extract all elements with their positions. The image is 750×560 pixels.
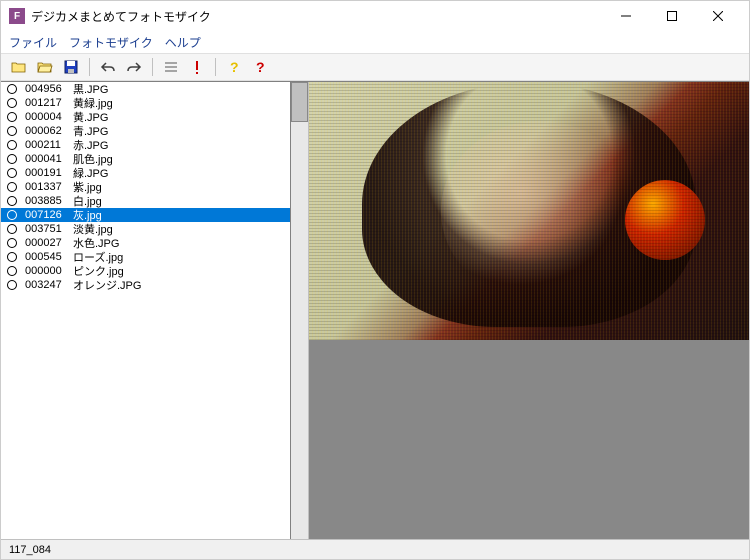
status-circle-icon — [7, 210, 17, 220]
file-number: 004956 — [25, 83, 73, 95]
status-circle-icon — [7, 154, 17, 164]
status-circle-icon — [7, 252, 17, 262]
status-bar: 117_084 — [1, 539, 749, 559]
scrollbar-thumb[interactable] — [291, 82, 308, 122]
status-circle-icon — [7, 84, 17, 94]
file-list-row[interactable]: 007126灰.jpg — [1, 208, 290, 222]
content-area: 004956黒.JPG001217黄緑.jpg000004黄.JPG000062… — [1, 81, 749, 539]
file-number: 000027 — [25, 237, 73, 249]
status-circle-icon — [7, 224, 17, 234]
window-title: デジカメまとめてフォトモザイク — [31, 8, 603, 25]
file-number: 001337 — [25, 181, 73, 193]
save-button[interactable] — [61, 57, 81, 77]
window-controls — [603, 1, 741, 31]
status-circle-icon — [7, 168, 17, 178]
app-window: F デジカメまとめてフォトモザイク ファイル フォトモザイク ヘルプ — [0, 0, 750, 560]
file-number: 003247 — [25, 279, 73, 291]
vertical-scrollbar[interactable] — [291, 82, 309, 539]
menu-help[interactable]: ヘルプ — [165, 34, 201, 51]
menu-bar: ファイル フォトモザイク ヘルプ — [1, 31, 749, 53]
file-name: オレンジ.JPG — [73, 277, 290, 293]
file-list-row[interactable]: 000004黄.JPG — [1, 110, 290, 124]
title-bar: F デジカメまとめてフォトモザイク — [1, 1, 749, 31]
file-list-row[interactable]: 001217黄緑.jpg — [1, 96, 290, 110]
file-number: 007126 — [25, 209, 73, 221]
help-button[interactable]: ? — [224, 57, 244, 77]
file-list-row[interactable]: 000545ローズ.jpg — [1, 250, 290, 264]
close-button[interactable] — [695, 1, 741, 31]
status-circle-icon — [7, 238, 17, 248]
mosaic-preview-image — [309, 82, 749, 340]
file-list-row[interactable]: 001337紫.jpg — [1, 180, 290, 194]
toolbar-separator — [215, 58, 216, 76]
file-number: 003885 — [25, 195, 73, 207]
list-button[interactable] — [161, 57, 181, 77]
maximize-button[interactable] — [649, 1, 695, 31]
file-number: 001217 — [25, 97, 73, 109]
open-file-button[interactable] — [35, 57, 55, 77]
status-circle-icon — [7, 266, 17, 276]
menu-photomosaic[interactable]: フォトモザイク — [69, 34, 153, 51]
status-text: 117_084 — [9, 544, 51, 556]
file-list-row[interactable]: 000041肌色.jpg — [1, 152, 290, 166]
execute-button[interactable] — [187, 57, 207, 77]
file-number: 000000 — [25, 265, 73, 277]
status-circle-icon — [7, 280, 17, 290]
toolbar-separator — [89, 58, 90, 76]
file-number: 000004 — [25, 111, 73, 123]
preview-pane — [291, 82, 749, 539]
menu-file[interactable]: ファイル — [9, 34, 57, 51]
status-circle-icon — [7, 196, 17, 206]
file-list-row[interactable]: 003247オレンジ.JPG — [1, 278, 290, 292]
file-list-row[interactable]: 003751淡黄.jpg — [1, 222, 290, 236]
svg-text:?: ? — [230, 60, 239, 74]
file-list-row[interactable]: 000000ピンク.jpg — [1, 264, 290, 278]
open-folder-button[interactable] — [9, 57, 29, 77]
minimize-button[interactable] — [603, 1, 649, 31]
file-list-row[interactable]: 000062青.JPG — [1, 124, 290, 138]
status-circle-icon — [7, 98, 17, 108]
file-list-row[interactable]: 000027水色.JPG — [1, 236, 290, 250]
undo-button[interactable] — [98, 57, 118, 77]
file-list-row[interactable]: 000191緑.JPG — [1, 166, 290, 180]
status-circle-icon — [7, 126, 17, 136]
svg-text:?: ? — [256, 60, 265, 74]
file-number: 003751 — [25, 223, 73, 235]
toolbar: ? ? — [1, 53, 749, 81]
file-list-pane[interactable]: 004956黒.JPG001217黄緑.jpg000004黄.JPG000062… — [1, 82, 291, 539]
preview-area — [309, 82, 749, 539]
file-list-row[interactable]: 000211赤.JPG — [1, 138, 290, 152]
status-circle-icon — [7, 182, 17, 192]
file-number: 000041 — [25, 153, 73, 165]
file-number: 000191 — [25, 167, 73, 179]
status-circle-icon — [7, 140, 17, 150]
redo-button[interactable] — [124, 57, 144, 77]
file-number: 000545 — [25, 251, 73, 263]
file-list-row[interactable]: 003885白.jpg — [1, 194, 290, 208]
file-number: 000211 — [25, 139, 73, 151]
app-icon: F — [9, 8, 25, 24]
file-list-row[interactable]: 004956黒.JPG — [1, 82, 290, 96]
about-button[interactable]: ? — [250, 57, 270, 77]
status-circle-icon — [7, 112, 17, 122]
file-number: 000062 — [25, 125, 73, 137]
toolbar-separator — [152, 58, 153, 76]
